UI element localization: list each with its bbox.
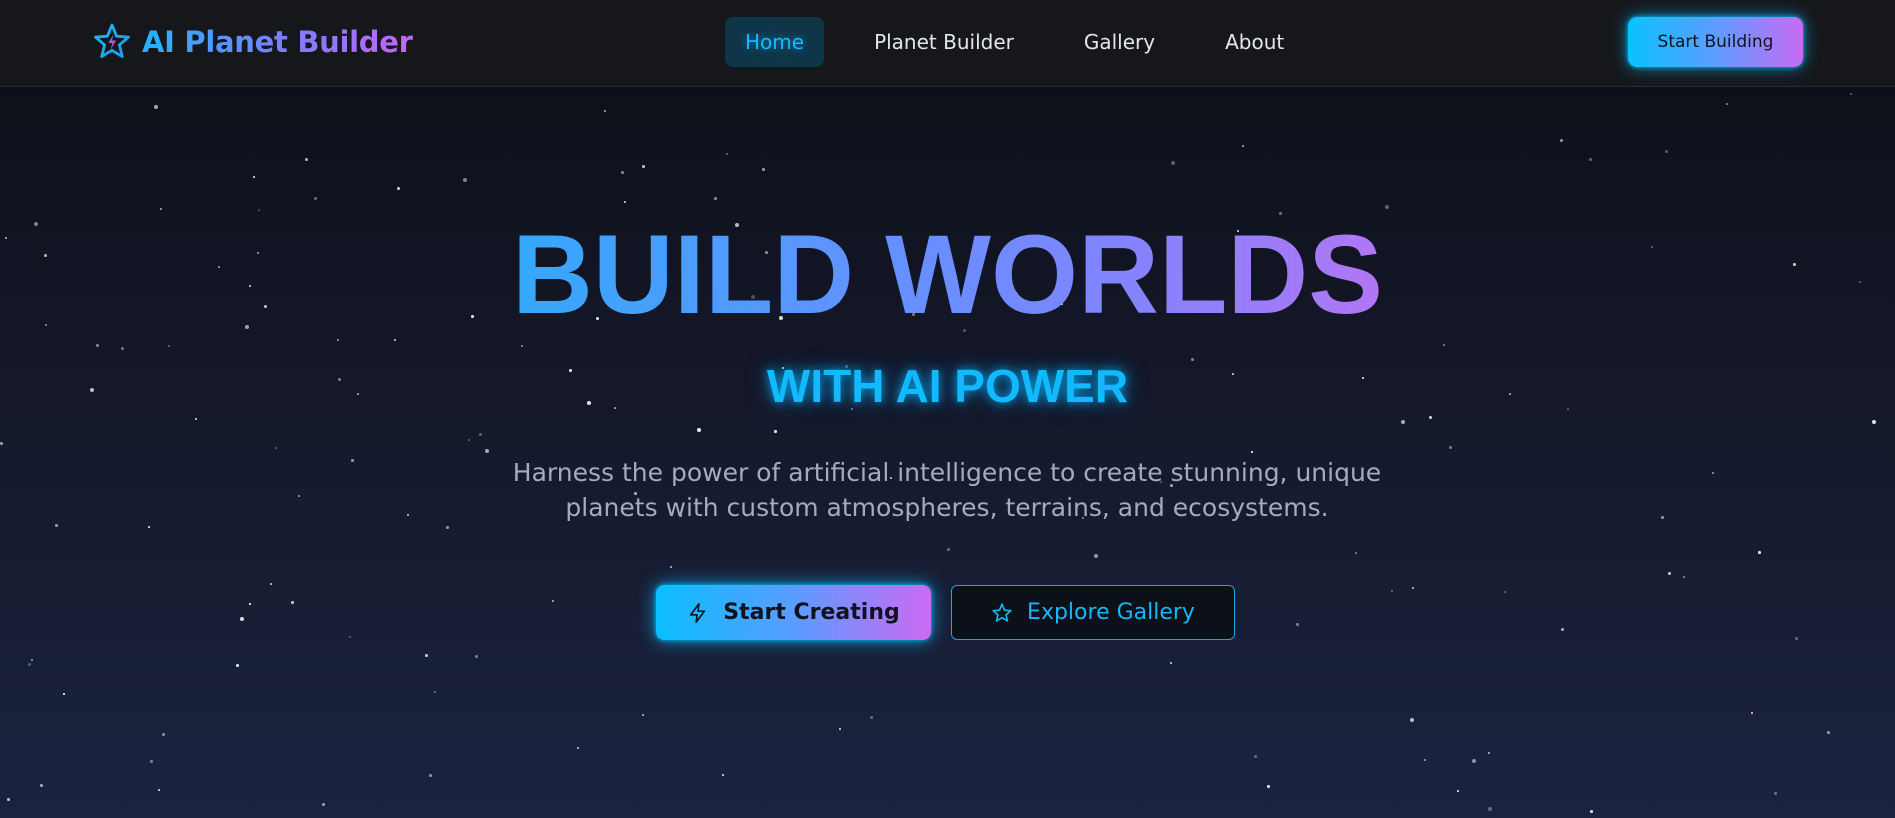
- hero-section: BUILD WORLDS WITH AI POWER Harness the p…: [0, 87, 1895, 818]
- start-building-button[interactable]: Start Building: [1628, 17, 1803, 67]
- hero-title: BUILD WORLDS: [0, 215, 1895, 335]
- brand-logo[interactable]: AI Planet Builder: [92, 21, 413, 63]
- hero-description-line-2: planets with custom atmospheres, terrain…: [565, 493, 1329, 522]
- hero-description-line-1: Harness the power of artificial intellig…: [512, 458, 1382, 487]
- brand-name: AI Planet Builder: [142, 25, 413, 59]
- start-creating-button[interactable]: Start Creating: [656, 585, 931, 640]
- hero-title-text: BUILD WORLDS: [511, 212, 1383, 337]
- hero-description: Harness the power of artificial intellig…: [497, 455, 1397, 525]
- star-icon: [992, 602, 1012, 622]
- hero-subtitle: WITH AI POWER: [766, 360, 1129, 412]
- hero-actions: Start Creating Explore Gallery: [656, 585, 1235, 640]
- star-icon: [94, 23, 130, 58]
- explore-gallery-label: Explore Gallery: [1027, 600, 1195, 625]
- nav-item-home[interactable]: Home: [725, 17, 825, 67]
- lightning-icon: [690, 602, 706, 623]
- nav-item-gallery[interactable]: Gallery: [1064, 17, 1175, 67]
- main-nav: Home Planet Builder Gallery About: [725, 17, 1334, 67]
- explore-gallery-button[interactable]: Explore Gallery: [951, 585, 1235, 640]
- nav-item-planet-builder[interactable]: Planet Builder: [854, 17, 1034, 67]
- start-creating-label: Start Creating: [723, 600, 900, 625]
- top-navbar: AI Planet Builder Home Planet Builder Ga…: [0, 0, 1895, 87]
- nav-item-about[interactable]: About: [1205, 17, 1304, 67]
